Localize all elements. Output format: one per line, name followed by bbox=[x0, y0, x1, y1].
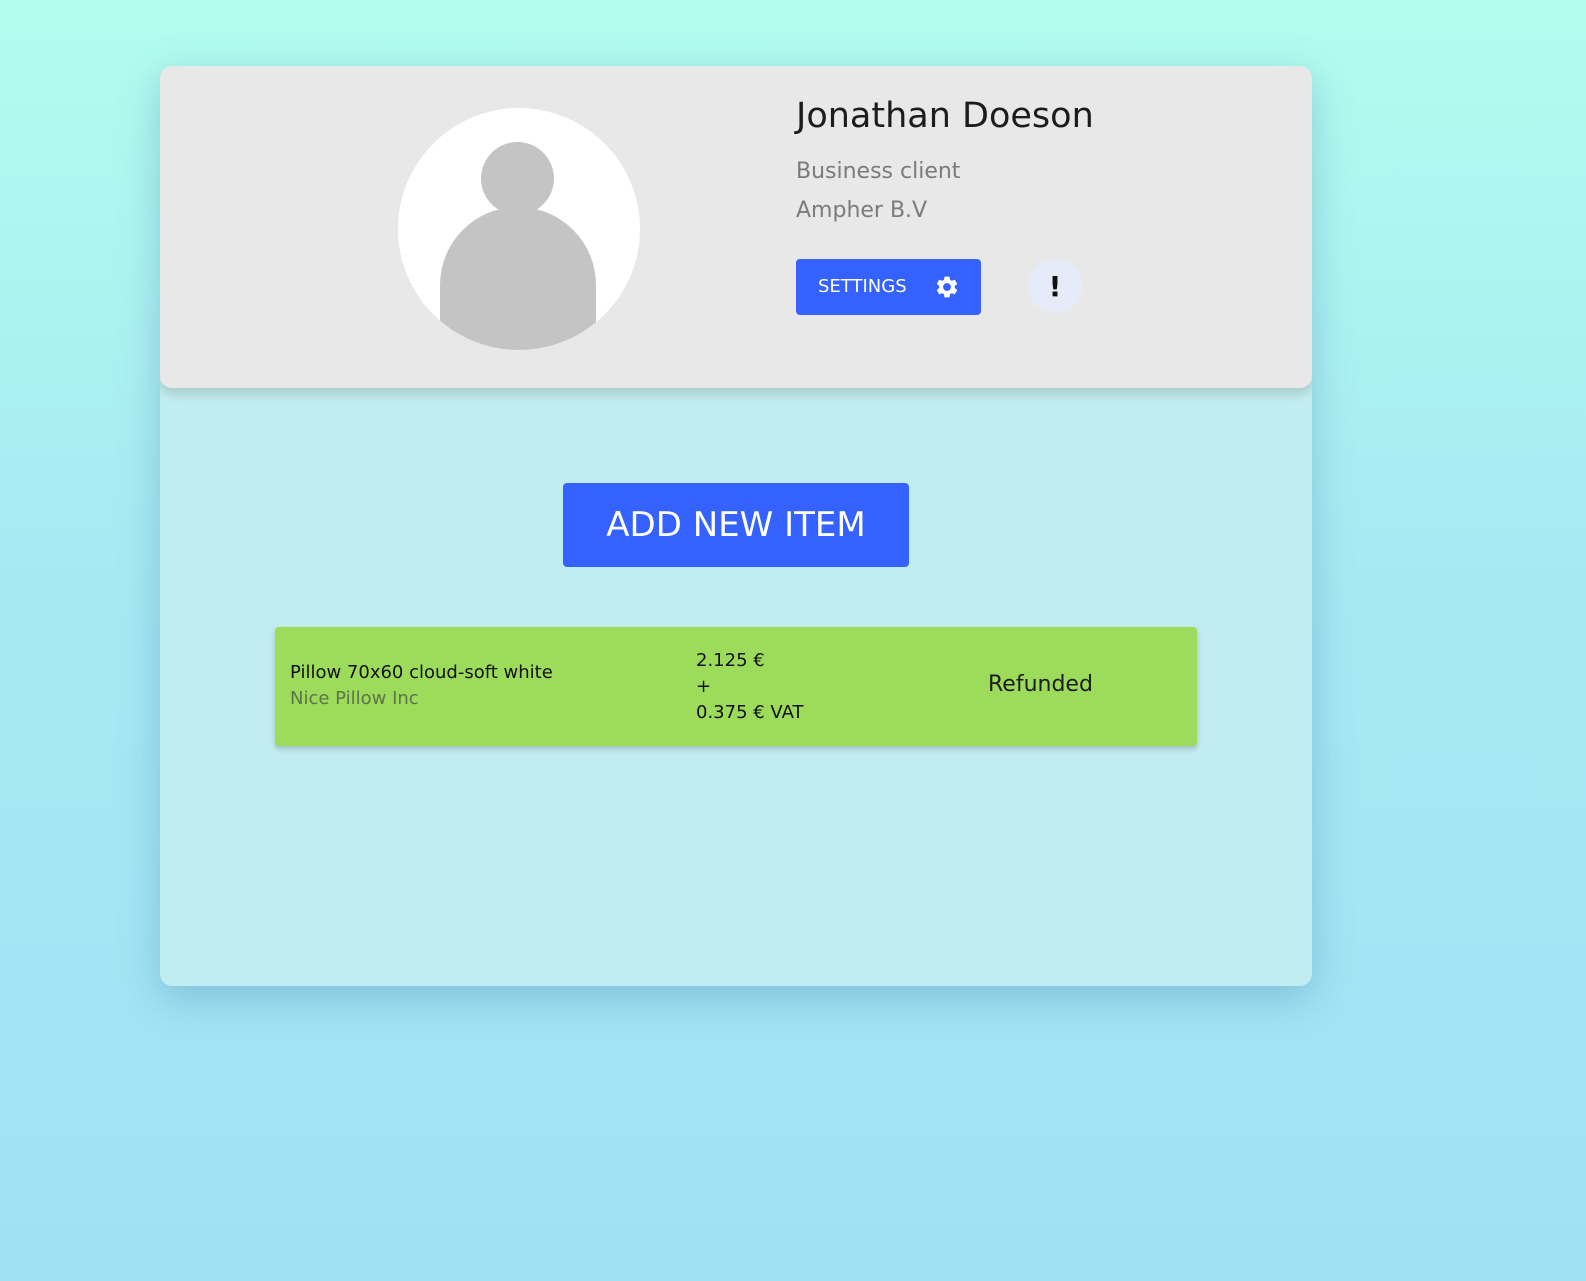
item-price-plus: + bbox=[696, 676, 712, 697]
avatar-head bbox=[481, 142, 554, 215]
user-role: Business client bbox=[796, 159, 961, 184]
main-card: Jonathan Doeson Business client Ampher B… bbox=[160, 66, 1312, 986]
item-vendor: Nice Pillow Inc bbox=[290, 688, 419, 709]
status-badge: Refunded bbox=[988, 672, 1093, 697]
avatar bbox=[398, 108, 640, 350]
profile-header: Jonathan Doeson Business client Ampher B… bbox=[160, 66, 1312, 388]
settings-button-label: SETTINGS bbox=[818, 276, 907, 297]
gear-icon bbox=[936, 276, 958, 298]
item-name: Pillow 70x60 cloud-soft white bbox=[290, 662, 553, 683]
user-name: Jonathan Doeson bbox=[796, 96, 1094, 136]
item-price-block: 2.125 € + 0.375 € VAT bbox=[696, 648, 804, 726]
avatar-body bbox=[440, 207, 596, 350]
alert-button[interactable]: ! bbox=[1028, 259, 1082, 313]
item-vat: 0.375 € VAT bbox=[696, 702, 804, 723]
list-item[interactable]: Pillow 70x60 cloud-soft white Nice Pillo… bbox=[275, 627, 1197, 746]
settings-button[interactable]: SETTINGS bbox=[796, 259, 981, 315]
exclamation-icon: ! bbox=[1048, 269, 1062, 303]
user-company: Ampher B.V bbox=[796, 198, 928, 223]
add-new-item-button[interactable]: ADD NEW ITEM bbox=[563, 483, 909, 567]
item-price: 2.125 € bbox=[696, 650, 765, 671]
